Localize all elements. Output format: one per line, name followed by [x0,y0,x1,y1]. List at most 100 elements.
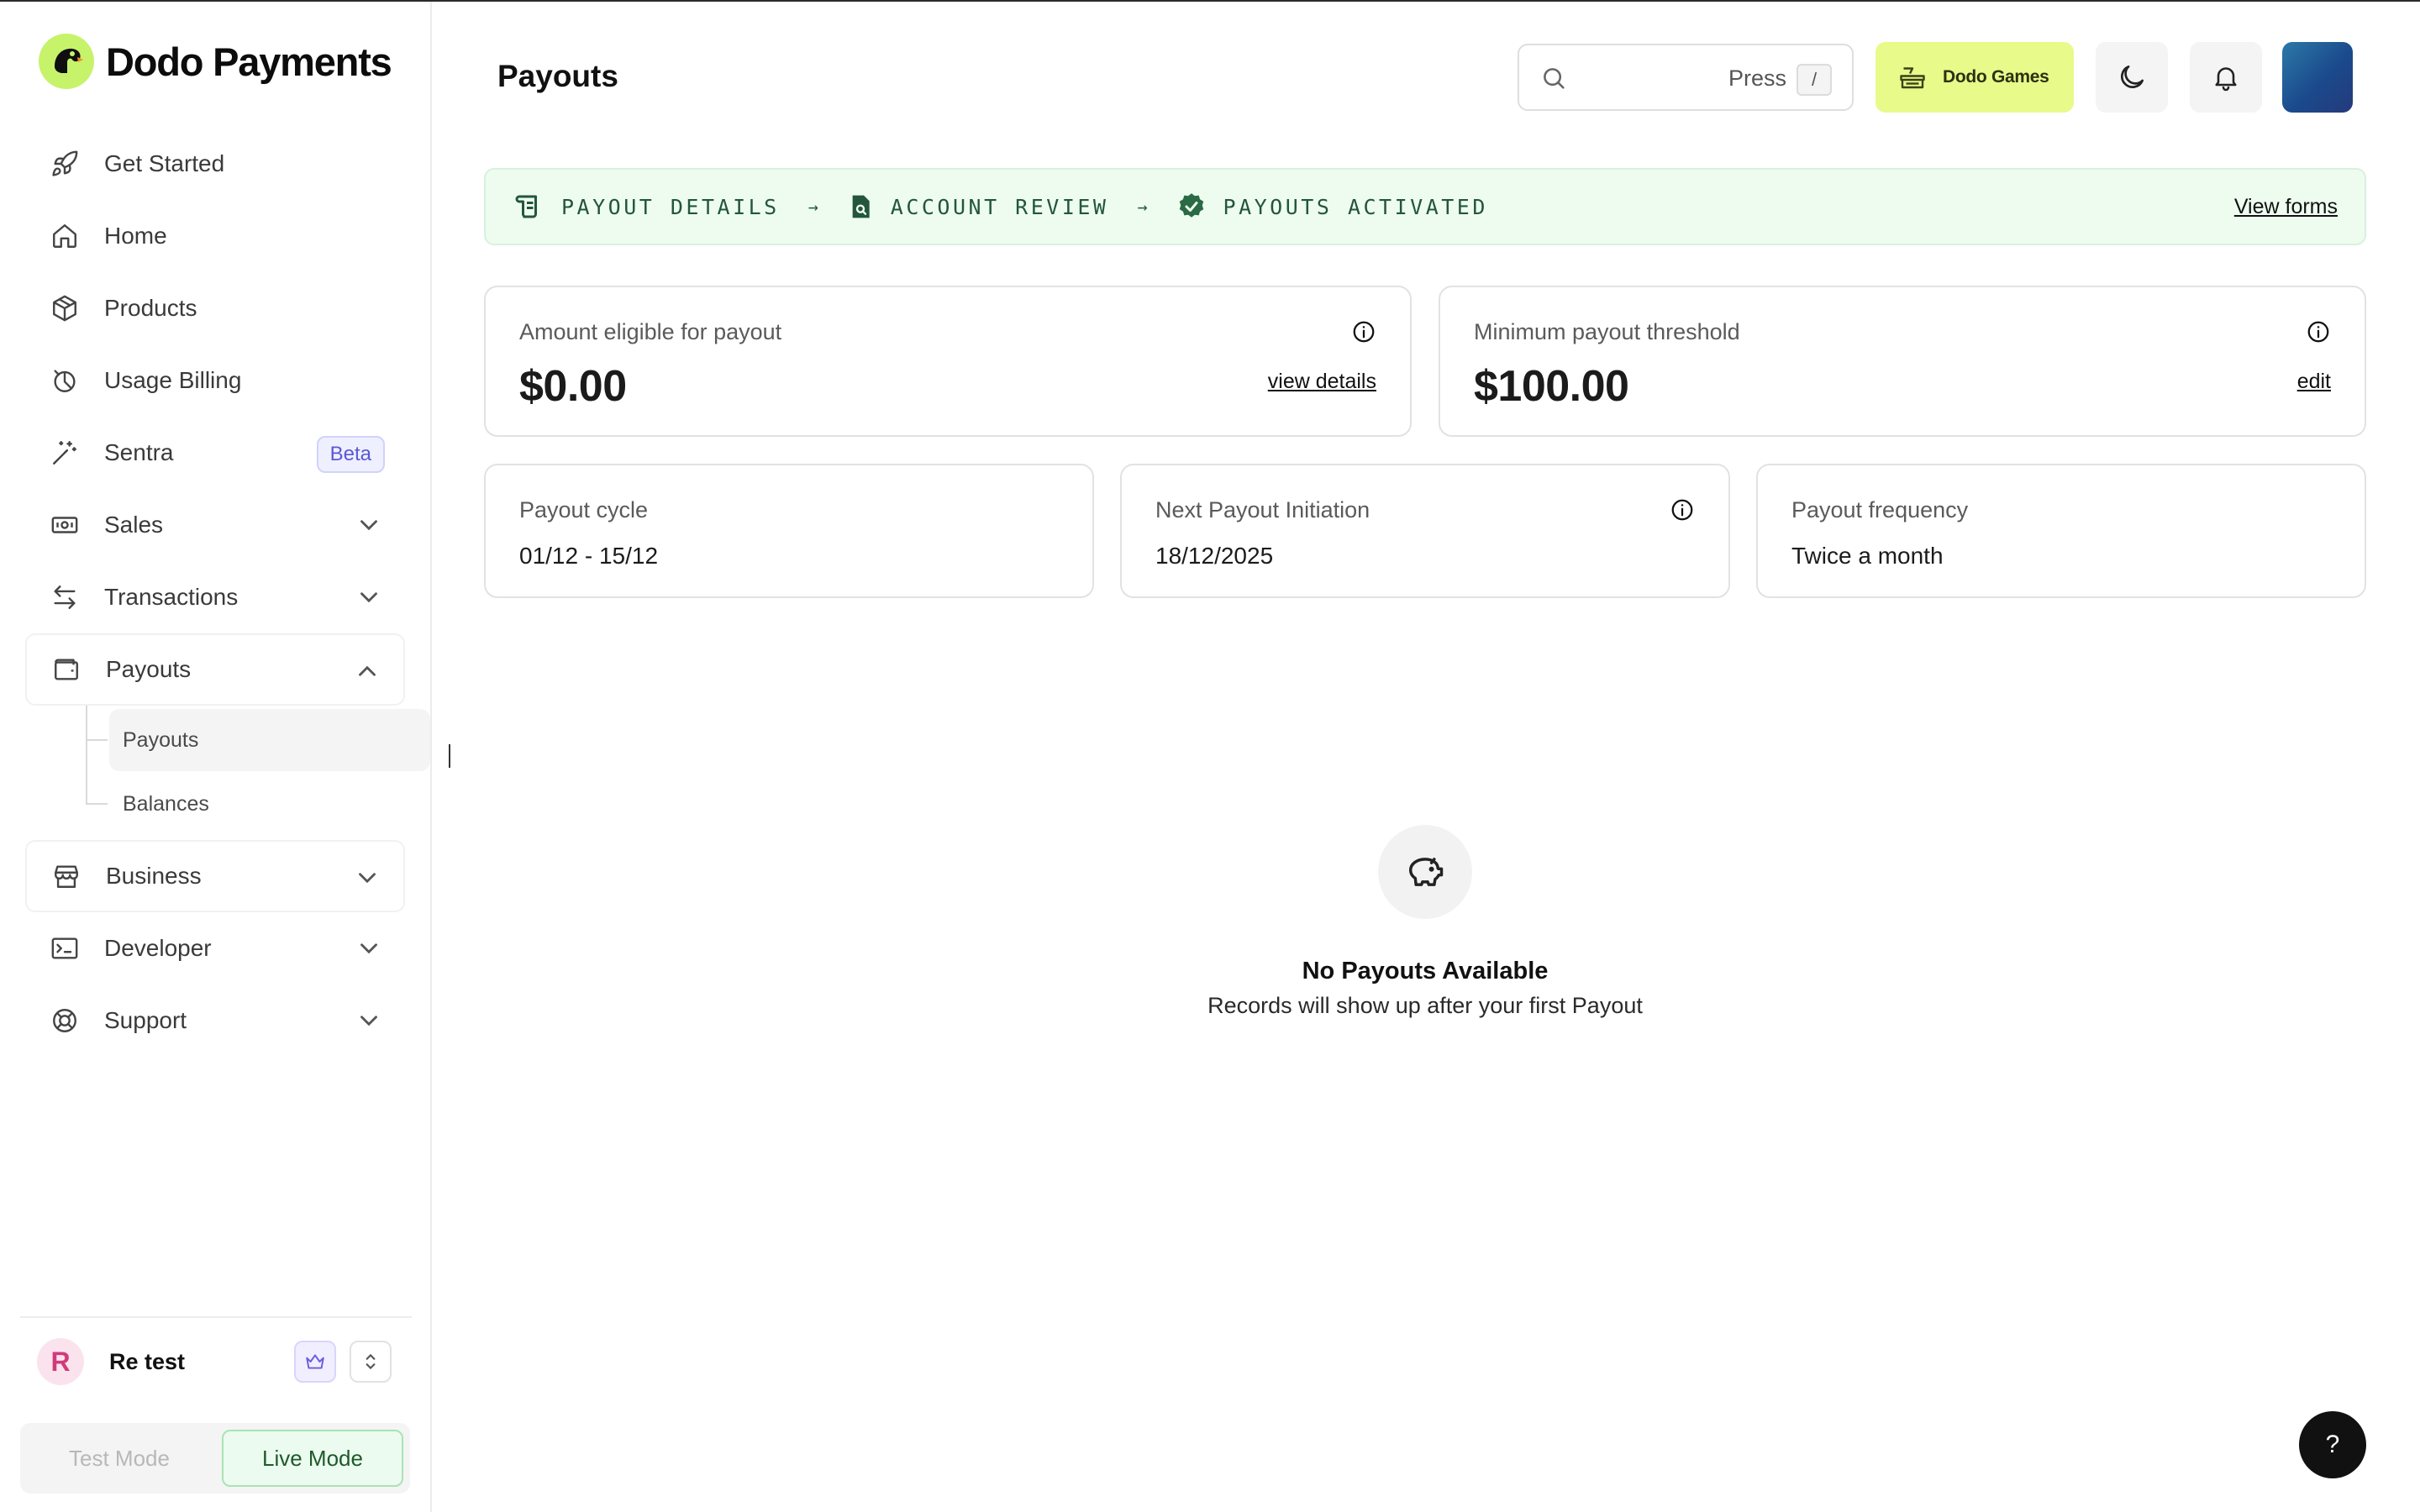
business-button[interactable]: Dodo Games [1876,42,2074,113]
notifications-button[interactable] [2190,42,2262,113]
theme-toggle-button[interactable] [2096,42,2168,113]
page-title: Payouts [497,59,618,93]
card-label: Minimum payout threshold [1474,319,1740,344]
card-label: Amount eligible for payout [519,319,782,344]
step-arrow: → [808,197,818,217]
scroll-icon [515,195,537,218]
sidebar-item-developer[interactable]: Developer [25,912,405,984]
step-payouts-activated: PAYOUTS ACTIVATED [1176,192,1488,222]
chevron-down-icon [360,1016,377,1026]
info-icon[interactable] [2306,319,2331,344]
next-payout-value: 18/12/2025 [1155,543,1274,569]
step-payout-details: PAYOUT DETAILS [514,192,780,222]
sidebar-item-support[interactable]: Support [25,984,405,1057]
payout-cycle-card: Payout cycle 01/12 - 15/12 [484,464,1094,598]
sidebar-item-transactions[interactable]: Transactions [25,561,405,633]
sidebar-item-label: Developer [104,935,212,961]
search-hint: Press [1728,66,1786,91]
rocket-icon [49,148,81,180]
payout-frequency-card: Payout frequency Twice a month [1756,464,2366,598]
subnav-item-balances[interactable]: Balances [109,773,430,835]
sidebar-item-label: Home [104,223,167,249]
magic-wand-icon [49,437,81,469]
swap-icon [49,581,81,613]
sidebar-nav: Get Started Home Products Usage Billing … [25,128,430,1057]
home-icon [49,220,81,252]
sidebar-item-home[interactable]: Home [25,200,405,272]
brand-logo[interactable]: Dodo Payments [39,34,392,89]
sidebar-item-label: Payouts [106,656,192,682]
step-label: ACCOUNT REVIEW [890,194,1109,219]
sidebar-item-label: Support [104,1007,187,1033]
step-label: PAYOUT DETAILS [561,194,780,219]
sidebar-item-label: Products [104,295,197,321]
empty-state-title: No Payouts Available [1302,958,1549,984]
subnav-tick [86,739,108,741]
eligible-amount-card: Amount eligible for payout $0.00 view de… [484,286,1412,437]
chevron-down-icon [359,873,376,884]
lifebuoy-icon [49,1005,81,1037]
sidebar-item-usage-billing[interactable]: Usage Billing [25,344,405,417]
business-name: Re test [109,1348,186,1374]
sidebar-item-get-started[interactable]: Get Started [25,128,405,200]
moon-icon [2121,65,2144,88]
step-account-review: ACCOUNT REVIEW [847,192,1109,222]
payout-frequency-value: Twice a month [1791,543,1944,569]
card-label: Payout cycle [519,497,649,522]
threshold-value: $100.00 [1474,362,1629,411]
brand-name: Dodo Payments [106,39,392,84]
step-arrow: → [1137,197,1148,217]
chevron-down-icon [360,520,377,531]
subnav-tick [86,803,108,805]
sidebar-item-products[interactable]: Products [25,272,405,344]
edit-threshold-link[interactable]: edit [2297,370,2331,394]
terminal-icon [49,932,81,964]
progress-steps: PAYOUT DETAILS → ACCOUNT REVIEW → PAYOUT… [514,192,1488,222]
business-switcher[interactable]: R Re test [37,1337,398,1386]
sidebar-item-sales[interactable]: Sales [25,489,405,561]
plan-button[interactable] [294,1341,336,1383]
wallet-icon [50,654,82,685]
sidebar-item-label: Usage Billing [104,367,242,393]
help-button[interactable]: ? [2299,1411,2366,1478]
view-details-link[interactable]: view details [1268,370,1376,394]
info-icon[interactable] [1351,319,1376,344]
avatar: R [37,1338,84,1385]
chart-icon [49,365,81,396]
sidebar-item-payouts[interactable]: Payouts [25,633,405,706]
mode-toggle: Test Mode Live Mode [20,1423,410,1494]
sidebar-item-label: Sales [104,512,164,538]
sidebar-divider [20,1316,412,1318]
banknote-icon [49,509,81,541]
chevron-up-down-icon [366,1353,376,1370]
next-payout-card: Next Payout Initiation 18/12/2025 [1120,464,1730,598]
sidebar-item-sentra[interactable]: Sentra Beta [25,417,405,489]
business-button-label: Dodo Games [1943,67,2049,87]
view-forms-link[interactable]: View forms [2234,195,2338,219]
info-icon[interactable] [1670,497,1695,522]
sidebar-item-label: Business [106,863,202,889]
verified-badge-icon [1179,193,1203,218]
test-mode-button[interactable]: Test Mode [27,1430,212,1487]
chevron-down-icon [360,943,377,954]
step-label: PAYOUTS ACTIVATED [1223,194,1488,219]
dodo-logo-icon [39,34,94,89]
card-label: Payout frequency [1791,497,1969,522]
bell-icon [2215,67,2237,92]
chevron-down-icon [360,592,377,603]
profile-avatar[interactable] [2282,42,2353,113]
crown-icon [306,1354,324,1369]
beta-badge: Beta [316,436,385,473]
onboarding-progress-banner: PAYOUT DETAILS → ACCOUNT REVIEW → PAYOUT… [484,168,2366,245]
subnav-line [86,706,87,803]
live-mode-button[interactable]: Live Mode [222,1430,403,1487]
package-icon [49,292,81,324]
eligible-amount-value: $0.00 [519,362,627,411]
switch-business-button[interactable] [350,1341,392,1383]
subnav-item-payouts[interactable]: Payouts [109,709,430,771]
sidebar-item-label: Sentra [104,439,174,465]
search-shortcut-key: / [1797,64,1832,96]
search-input[interactable]: Press / [1518,44,1854,111]
sidebar: Dodo Payments Get Started Home Products … [0,2,432,1512]
sidebar-item-business[interactable]: Business [25,840,405,912]
